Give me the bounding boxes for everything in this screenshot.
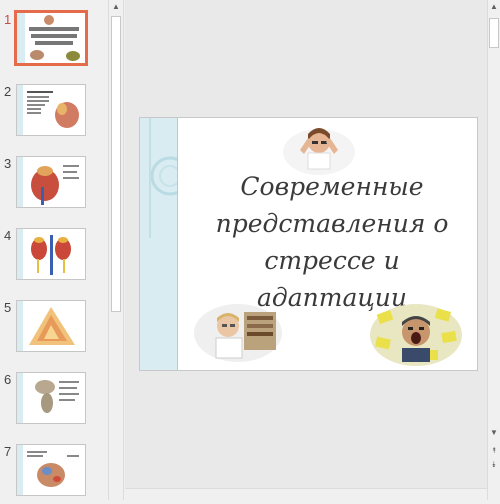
scroll-up-icon[interactable]: ▲ xyxy=(109,0,123,14)
slide-thumbnail-image[interactable] xyxy=(14,10,88,66)
slide-thumbnail-image[interactable] xyxy=(16,300,86,352)
slide-thumbnail-3[interactable]: 3 xyxy=(0,156,108,216)
previous-slide-icon[interactable]: ⯭ xyxy=(488,446,500,456)
slide-side-band xyxy=(140,118,178,370)
slide-thumbnail-image[interactable] xyxy=(16,228,86,280)
stressed-man-image xyxy=(370,304,462,366)
slide-title[interactable]: Современные представления о стрессе и ад… xyxy=(192,168,472,316)
scrollbar-thumb[interactable] xyxy=(489,18,499,48)
slide-thumbnail-7[interactable]: 7 xyxy=(0,444,108,504)
slide-number: 2 xyxy=(4,84,12,99)
slide-thumbnail-image[interactable] xyxy=(16,372,86,424)
slide-number: 4 xyxy=(4,228,12,243)
scroll-up-icon[interactable]: ▲ xyxy=(488,2,500,11)
slide-thumbnail-1[interactable]: 1 xyxy=(0,10,108,72)
next-slide-icon[interactable]: ⯯ xyxy=(488,460,500,470)
slide-thumbnail-image[interactable] xyxy=(16,444,86,496)
slide-thumbnail-image[interactable] xyxy=(16,156,86,208)
thumbnail-scrollbar[interactable]: ▲ xyxy=(108,0,124,500)
child-with-books-image xyxy=(194,304,282,362)
slide-number: 3 xyxy=(4,156,12,171)
slide-thumbnail-2[interactable]: 2 xyxy=(0,84,108,144)
slide-thumbnail-5[interactable]: 5 xyxy=(0,300,108,360)
slide-thumbnail-image[interactable] xyxy=(16,84,86,136)
slide-number: 5 xyxy=(4,300,12,315)
slide-thumbnail-4[interactable]: 4 xyxy=(0,228,108,288)
slide-number: 1 xyxy=(4,12,12,27)
scrollbar-thumb[interactable] xyxy=(111,16,121,312)
main-slide[interactable]: Современные представления о стрессе и ад… xyxy=(139,117,478,371)
scroll-down-icon[interactable]: ▼ xyxy=(488,428,500,437)
editor-scrollbar[interactable]: ▲ ▼ ⯭ ⯯ xyxy=(487,0,500,500)
slide-thumbnail-pane: 1 2 3 4 5 6 7 xyxy=(0,0,108,500)
slide-number: 7 xyxy=(4,444,12,459)
slide-thumbnail-6[interactable]: 6 xyxy=(0,372,108,432)
horizontal-scrollbar[interactable] xyxy=(125,488,487,501)
slide-number: 6 xyxy=(4,372,12,387)
